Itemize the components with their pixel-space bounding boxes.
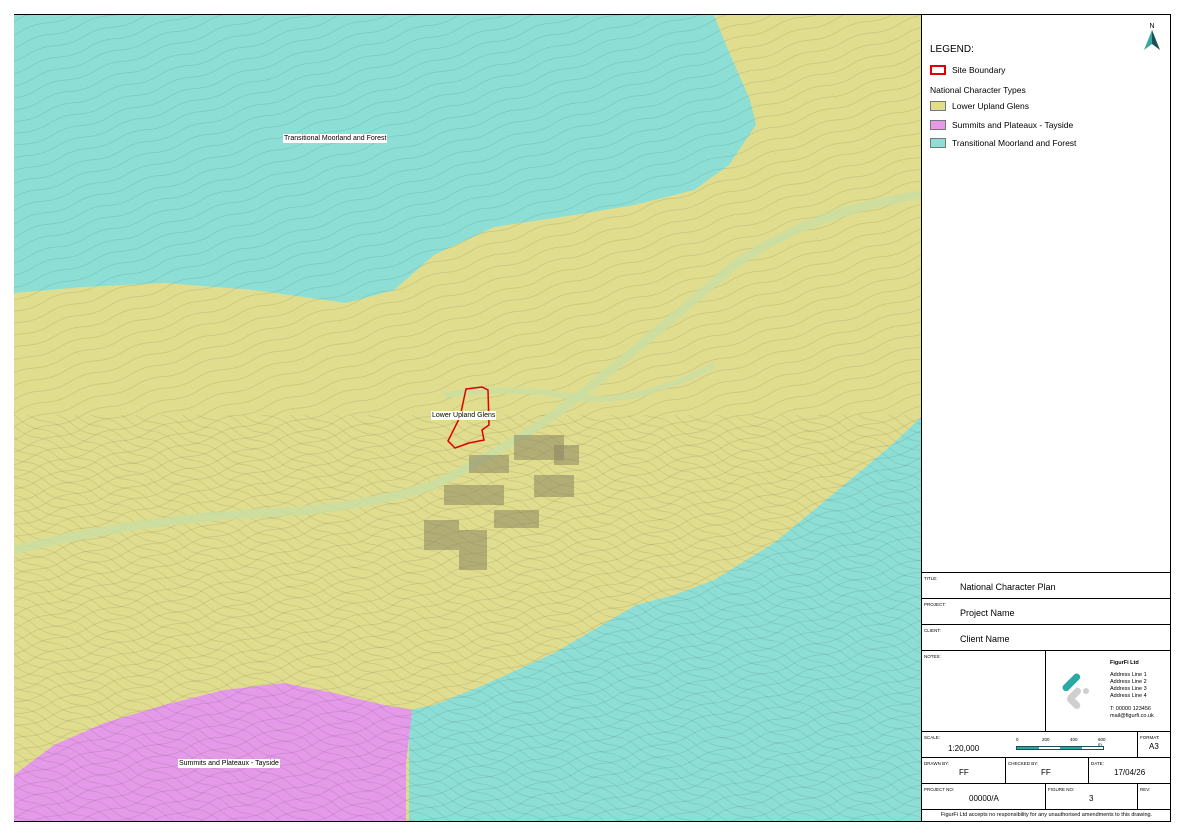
- project-name: Project Name: [960, 608, 1015, 618]
- client-name: Client Name: [960, 634, 1010, 644]
- map-view[interactable]: Transitional Moorland and Forest Lower U…: [14, 15, 921, 821]
- legend-panel: N LEGEND: Site Boundary National Charact…: [922, 15, 1171, 821]
- drawn-by-value: FF: [959, 768, 969, 777]
- swatch-glens: [930, 101, 946, 111]
- company-name: FigurFi Ltd: [1110, 660, 1139, 666]
- figure-no-label: FIGURE NO:: [1048, 787, 1075, 792]
- legend-item-glens: Lower Upland Glens: [930, 101, 1029, 111]
- title-row: TITLE: National Character Plan: [922, 572, 1171, 598]
- legend-label: Site Boundary: [952, 65, 1006, 75]
- drawn-by-cell: DRAWN BY: FF: [922, 758, 1005, 783]
- company-email: mail@figurfi.co.uk: [1110, 713, 1154, 719]
- legend-label: Transitional Moorland and Forest: [952, 138, 1077, 148]
- north-label: N: [1149, 23, 1155, 30]
- address-line: Address Line 4: [1110, 693, 1147, 699]
- checked-by-label: CHECKED BY:: [1008, 761, 1039, 766]
- project-no-value: 00000/A: [969, 794, 999, 803]
- swatch-summits: [930, 120, 946, 130]
- legend-label: Summits and Plateaux - Tayside: [952, 120, 1074, 130]
- drawing-title: National Character Plan: [960, 582, 1056, 592]
- disclaimer: FigurFi Ltd accepts no responsibility fo…: [940, 812, 1153, 818]
- north-arrow-icon: [1144, 30, 1160, 50]
- company-block: FigurFi Ltd Address Line 1 Address Line …: [1045, 651, 1171, 731]
- scale-bar-graphic: [1016, 746, 1104, 750]
- rev-label: REV:: [1140, 787, 1151, 792]
- project-no-label: PROJECT NO:: [924, 787, 955, 792]
- project-no-row: PROJECT NO: 00000/A FIGURE NO: 3 REV:: [922, 783, 1171, 809]
- title-label: TITLE:: [924, 576, 938, 581]
- format-value: A3: [1149, 742, 1159, 751]
- legend-item-moorland: Transitional Moorland and Forest: [930, 138, 1076, 148]
- format-label: FORMAT:: [1140, 735, 1160, 740]
- rev-cell: REV:: [1137, 784, 1171, 809]
- figure-no-cell: FIGURE NO: 3: [1045, 784, 1137, 809]
- north-arrow: N: [1140, 23, 1164, 55]
- scale-row: SCALE: 1:20,000 0 200 400 600 m FORMAT: …: [922, 731, 1171, 757]
- legend-subheading: National Character Types: [930, 85, 1026, 95]
- company-logo-icon: [1062, 673, 1089, 710]
- site-boundary-swatch: [930, 65, 946, 75]
- legend-title: LEGEND:: [930, 44, 974, 55]
- figure-no-value: 3: [1089, 794, 1094, 803]
- drawn-row: DRAWN BY: FF CHECKED BY: FF DATE: 17/04/…: [922, 757, 1171, 783]
- notes-row: NOTES: FigurFi Ltd Address Line 1 Addres…: [922, 650, 1171, 731]
- disclaimer-row: FigurFi Ltd accepts no responsibility fo…: [922, 809, 1171, 821]
- checked-by-value: FF: [1041, 768, 1051, 777]
- drawn-by-label: DRAWN BY:: [924, 761, 950, 766]
- label-glens: Lower Upland Glens: [431, 411, 497, 420]
- date-label: DATE:: [1091, 761, 1104, 766]
- date-value: 17/04/26: [1114, 768, 1146, 777]
- contour-lines-south: [14, 415, 921, 821]
- company-details: FigurFi Ltd Address Line 1 Address Line …: [1110, 660, 1154, 720]
- checked-by-cell: CHECKED BY: FF: [1005, 758, 1088, 783]
- scale-label: SCALE:: [924, 735, 941, 740]
- legend-label: Lower Upland Glens: [952, 101, 1030, 111]
- scale-value: 1:20,000: [948, 744, 980, 753]
- date-cell: DATE: 17/04/26: [1088, 758, 1171, 783]
- format-cell: FORMAT: A3: [1137, 732, 1171, 757]
- scale-tick: 400: [1070, 737, 1078, 742]
- notes-label: NOTES:: [924, 654, 941, 659]
- company-phone: T: 00000 123456: [1110, 706, 1151, 712]
- scale-tick: 0: [1016, 737, 1019, 742]
- legend-item-summits: Summits and Plateaux - Tayside: [930, 120, 1073, 130]
- scale-tick: 200: [1042, 737, 1050, 742]
- address-line: Address Line 1: [1110, 672, 1147, 678]
- client-row: CLIENT: Client Name: [922, 624, 1171, 650]
- project-no-cell: PROJECT NO: 00000/A: [922, 784, 1045, 809]
- swatch-moorland: [930, 138, 946, 148]
- project-label: PROJECT:: [924, 602, 946, 607]
- label-moorland: Transitional Moorland and Forest: [283, 134, 388, 143]
- project-row: PROJECT: Project Name: [922, 598, 1171, 624]
- label-summits: Summits and Plateaux - Tayside: [178, 759, 280, 768]
- address-line: Address Line 2: [1110, 679, 1147, 685]
- client-label: CLIENT:: [924, 628, 941, 633]
- address-line: Address Line 3: [1110, 686, 1147, 692]
- legend-item-site-boundary: Site Boundary: [930, 65, 1005, 75]
